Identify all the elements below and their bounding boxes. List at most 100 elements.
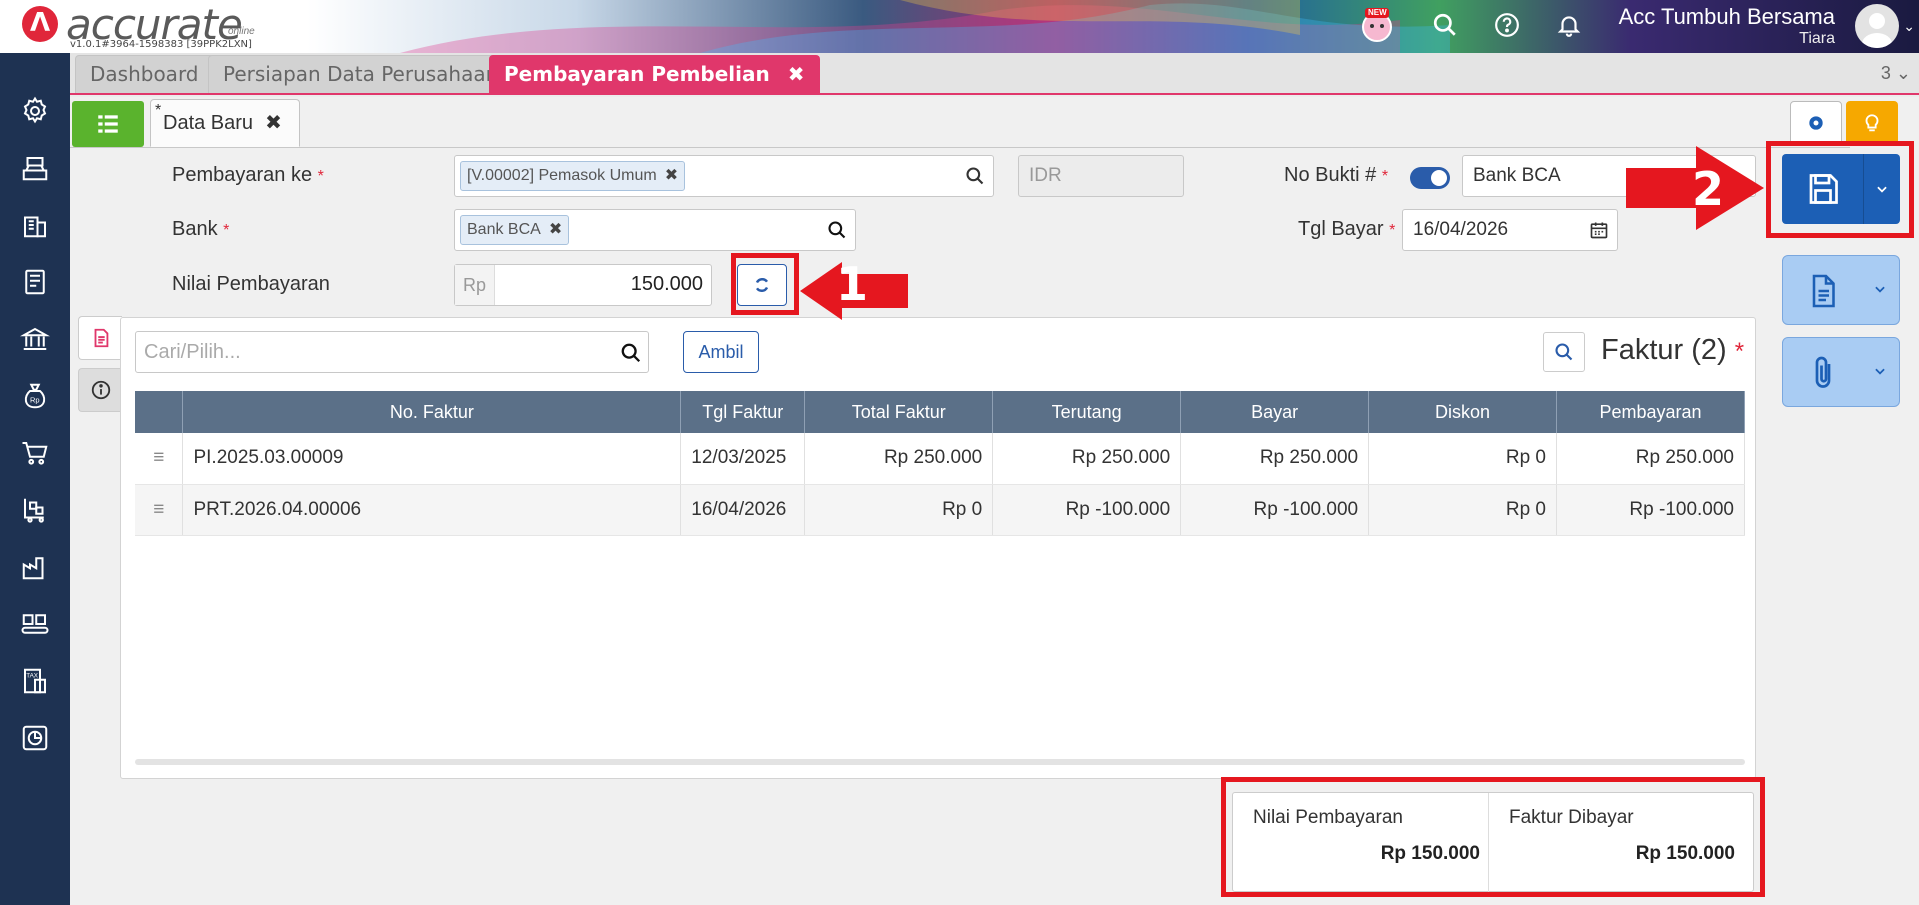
column-header[interactable]: Tgl Faktur [680,391,806,433]
bell-icon[interactable] [1552,8,1586,42]
search-icon[interactable] [1428,8,1462,42]
table-header-row: No. Faktur Tgl Faktur Total Faktur Terut… [135,391,1745,433]
currency-field: IDR [1018,155,1184,197]
attachment-button[interactable] [1782,337,1900,407]
drag-handle-icon[interactable]: ≡ [135,484,184,536]
ledger-book-icon[interactable] [17,264,53,300]
help-icon[interactable] [1490,8,1524,42]
annotation-number-1: 1 [836,257,869,311]
invoice-search-input[interactable]: Cari/Pilih... [135,331,649,373]
shopping-cart-icon[interactable] [17,435,53,471]
annotation-number-2: 2 [1692,162,1725,216]
open-tabs-count[interactable]: 3 ⌄ [1881,63,1911,84]
bank-select-field[interactable]: Bank BCA ✖ [454,209,856,251]
column-header[interactable]: Pembayaran [1556,391,1745,433]
label-text: Pembayaran ke [172,164,313,186]
faktur-search-button[interactable] [1543,332,1585,372]
column-header[interactable]: Total Faktur [804,391,994,433]
column-header[interactable]: Diskon [1368,391,1557,433]
pembayaran-cell: Rp 250.000 [1556,433,1745,485]
calendar-icon[interactable] [1589,220,1609,240]
remove-chip-icon[interactable]: ✖ [665,167,678,184]
title-text: Faktur (2) [1601,334,1727,366]
search-icon[interactable] [620,342,642,364]
report-chart-icon[interactable] [17,720,53,756]
tips-button[interactable] [1846,101,1898,145]
required-mark: * [317,168,324,185]
factory-icon[interactable] [17,549,53,585]
tgl-faktur-cell: 16/04/2026 [680,484,806,536]
tgl-bayar-date-field[interactable]: 16/04/2026 [1402,209,1618,251]
user-menu-chevron-icon[interactable]: ⌄ [1903,18,1915,35]
drag-handle-icon[interactable]: ≡ [135,433,184,485]
terutang-cell: Rp 250.000 [992,433,1182,485]
chip-label: [V.00002] Pemasok Umum [467,167,657,184]
unsaved-marker: * [155,102,162,119]
tgl-faktur-cell: 12/03/2025 [680,433,806,485]
no-faktur-cell: PI.2025.03.00009 [182,433,682,485]
logo-sub: online [228,26,255,37]
money-bag-icon[interactable]: Rp [17,378,53,414]
auto-number-toggle[interactable] [1410,167,1450,189]
selected-bank-chip: Bank BCA ✖ [460,215,570,245]
required-mark: * [223,222,230,239]
column-header[interactable]: Terutang [992,391,1182,433]
faktur-panel: Cari/Pilih... Ambil Faktur (2) * No. Fak… [120,317,1756,779]
total-faktur-cell: Rp 0 [804,484,994,536]
search-icon[interactable] [965,166,985,186]
chevron-down-icon [1875,286,1885,293]
new-badge: NEW [1368,8,1387,17]
close-icon[interactable]: ✖ [265,112,282,134]
tab-persiapan-data-perusahaan[interactable]: Persiapan Data Perusahaan [208,55,514,93]
building-icon[interactable] [17,207,53,243]
column-header[interactable]: Bayar [1180,391,1370,433]
search-icon[interactable] [827,220,847,240]
no-bukti-value: Bank BCA [1473,165,1561,186]
document-list-icon [94,328,108,348]
annotation-box-summary [1221,777,1765,897]
avatar[interactable] [1855,4,1899,48]
search-placeholder: Cari/Pilih... [144,341,241,363]
inventory-cart-icon[interactable] [17,492,53,528]
logo-icon: Λ [22,6,58,42]
currency-value: IDR [1029,165,1062,186]
nilai-pembayaran-label: Nilai Pembayaran [172,273,330,295]
new-feature-button[interactable]: NEW [1360,8,1394,42]
lightbulb-icon [1865,114,1879,132]
bank-icon[interactable] [17,321,53,357]
detail-tab-invoices[interactable] [78,316,122,360]
tab-pembayaran-pembelian[interactable]: Pembayaran Pembelian ✖ [489,55,820,93]
form-settings-button[interactable] [1790,101,1842,145]
detail-tab-info[interactable] [78,368,122,412]
cash-register-icon[interactable] [17,150,53,186]
chip-label: Bank BCA [467,221,541,238]
settings-gear-icon[interactable] [17,93,53,129]
user-info[interactable]: Acc Tumbuh Bersama Tiara [1619,4,1835,48]
list-view-button[interactable] [72,101,144,147]
search-icon [1555,343,1573,361]
table-row[interactable]: ≡ PI.2025.03.00009 12/03/2025 Rp 250.000… [135,433,1745,485]
no-faktur-cell: PRT.2026.04.00006 [182,484,682,536]
tab-data-baru[interactable]: * Data Baru ✖ [150,99,300,147]
required-mark: * [1381,168,1389,185]
label-text: Tgl Bayar [1298,218,1384,240]
print-document-button[interactable] [1782,255,1900,325]
chevron-down-icon [1875,368,1885,375]
column-header[interactable]: No. Faktur [182,391,682,433]
total-faktur-cell: Rp 250.000 [804,433,994,485]
horizontal-scrollbar[interactable] [135,759,1745,765]
close-icon[interactable]: ✖ [788,62,805,86]
annotation-box-refresh [731,253,799,315]
paperclip-icon [1815,356,1831,388]
conveyor-icon[interactable] [17,606,53,642]
nilai-pembayaran-field[interactable]: Rp 150.000 [454,264,712,306]
invoice-table: No. Faktur Tgl Faktur Total Faktur Terut… [135,391,1745,536]
remove-chip-icon[interactable]: ✖ [549,221,562,238]
pemasok-select-field[interactable]: [V.00002] Pemasok Umum ✖ [454,155,994,197]
tax-report-icon[interactable]: TAX [17,663,53,699]
label-text: No Bukti # [1284,164,1377,186]
table-row[interactable]: ≡ PRT.2026.04.00006 16/04/2026 Rp 0 Rp -… [135,484,1745,536]
ambil-button[interactable]: Ambil [683,331,759,373]
pembayaran-ke-label: Pembayaran ke * [172,164,324,187]
tab-dashboard[interactable]: Dashboard [75,55,214,93]
